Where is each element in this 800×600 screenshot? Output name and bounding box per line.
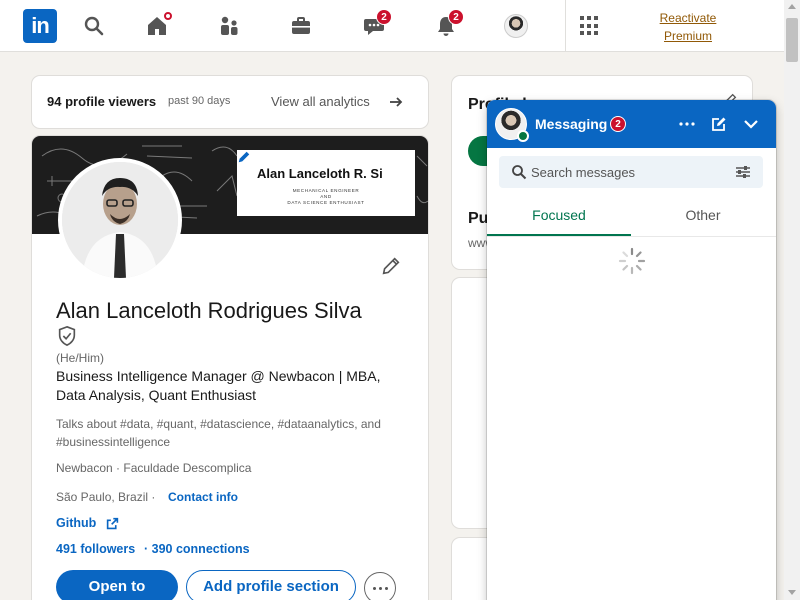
- nav-divider: [565, 0, 566, 52]
- tab-divider: [487, 236, 776, 237]
- linkedin-logo[interactable]: in: [23, 9, 57, 43]
- edit-intro-pencil-icon[interactable]: [380, 255, 402, 277]
- loading-spinner-icon: [618, 247, 646, 275]
- followers-link[interactable]: 491 followers: [56, 542, 135, 556]
- analytics-card: 94 profile viewers past 90 days View all…: [32, 76, 428, 128]
- contact-info-link[interactable]: Contact info: [168, 490, 238, 504]
- scrollbar-thumb[interactable]: [786, 18, 798, 62]
- open-to-button[interactable]: Open to: [56, 570, 178, 600]
- messaging-icon[interactable]: 2: [360, 9, 392, 40]
- search-messages-input[interactable]: [531, 156, 731, 188]
- talks-about: Talks about #data, #quant, #datascience,…: [56, 417, 381, 449]
- pronouns: (He/Him): [56, 351, 104, 365]
- verified-shield-icon[interactable]: [56, 325, 78, 347]
- add-profile-section-button[interactable]: Add profile section: [186, 570, 356, 600]
- github-link[interactable]: Github: [56, 516, 96, 530]
- banner-line-3: DATA SCIENCE ENTHUSIAST: [287, 200, 365, 205]
- home-icon[interactable]: [143, 10, 174, 40]
- banner-edit-pencil-icon[interactable]: [237, 150, 251, 164]
- online-status-dot: [517, 130, 529, 142]
- more-options-icon[interactable]: [677, 114, 697, 134]
- external-link-icon[interactable]: [106, 517, 119, 530]
- location: São Paulo, Brazil ·: [56, 490, 156, 504]
- compose-message-icon[interactable]: [709, 114, 729, 134]
- connections-link[interactable]: · 390 connections: [144, 542, 250, 556]
- profile-viewers[interactable]: 94 profile viewers: [47, 94, 156, 109]
- messaging-panel: Messaging 2 Focused Other: [487, 100, 776, 600]
- more-dots-icon: [372, 586, 376, 590]
- profile-photo-illustration: [62, 162, 178, 278]
- work-grid-icon[interactable]: [580, 16, 600, 36]
- public-profile-title: Pu: [468, 210, 489, 227]
- premium-line-1: Reactivate: [659, 11, 717, 25]
- view-all-analytics-link[interactable]: View all analytics: [271, 94, 370, 109]
- filter-sliders-icon[interactable]: [735, 164, 751, 180]
- top-nav: in 2 2 Reactivate Premium: [0, 0, 784, 52]
- banner-name: Alan Lanceloth R. Si: [257, 166, 383, 181]
- home-notification-dot: [162, 10, 174, 22]
- current-company[interactable]: Newbacon · Faculdade Descomplica: [56, 461, 251, 475]
- my-network-icon[interactable]: [215, 12, 243, 40]
- search-icon[interactable]: [80, 12, 108, 40]
- premium-line-2: Premium: [663, 29, 712, 43]
- search-messages-box[interactable]: [499, 156, 763, 188]
- scroll-up-arrow-icon[interactable]: [788, 4, 796, 9]
- arrow-right-icon[interactable]: [388, 94, 404, 110]
- messaging-badge: 2: [376, 9, 392, 25]
- messaging-header[interactable]: Messaging 2: [487, 100, 776, 148]
- messaging-title: Messaging: [535, 116, 608, 132]
- profile-name: Alan Lanceloth Rodrigues Silva: [56, 298, 362, 323]
- reactivate-premium-link[interactable]: Reactivate Premium: [648, 9, 728, 45]
- chevron-down-icon[interactable]: [741, 114, 761, 134]
- messaging-header-badge: 2: [610, 116, 626, 132]
- profile-headline: Business Intelligence Manager @ Newbacon…: [56, 368, 381, 403]
- tab-focused[interactable]: Focused: [487, 196, 631, 236]
- search-icon: [512, 165, 527, 180]
- profile-card: Alan Lanceloth R. Si MECHANICAL ENGINEER…: [32, 136, 428, 600]
- notifications-badge: 2: [448, 9, 464, 25]
- tab-other[interactable]: Other: [631, 196, 775, 236]
- notifications-icon[interactable]: 2: [432, 9, 464, 40]
- viewers-period: past 90 days: [168, 95, 231, 107]
- more-actions-button[interactable]: [364, 572, 396, 600]
- jobs-icon[interactable]: [287, 12, 315, 40]
- scroll-down-arrow-icon[interactable]: [788, 590, 796, 595]
- banner-name-card: Alan Lanceloth R. Si MECHANICAL ENGINEER…: [237, 150, 415, 216]
- page-scrollbar[interactable]: [784, 0, 800, 600]
- me-avatar[interactable]: [504, 14, 528, 38]
- profile-photo[interactable]: [58, 158, 182, 282]
